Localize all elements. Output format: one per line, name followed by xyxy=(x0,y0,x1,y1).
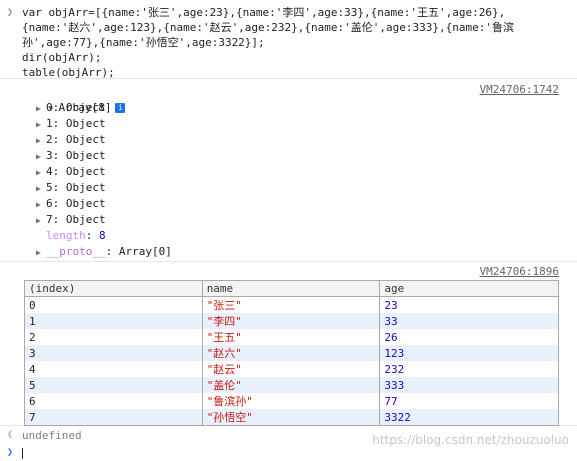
collapse-triangle-icon[interactable]: ▶ xyxy=(36,165,46,181)
table-row: 2 "王五" 26 xyxy=(24,329,559,345)
table-row: 1 "李四" 33 xyxy=(24,313,559,329)
array-item[interactable]: ▶ 3: Object xyxy=(36,148,106,164)
text-cursor xyxy=(22,448,23,459)
length-property: length: 8 xyxy=(46,229,106,242)
cell-name: "盖伦" xyxy=(201,377,381,393)
console-prompt[interactable]: ❯ xyxy=(0,446,577,461)
array-item[interactable]: ▶ 7: Object xyxy=(36,212,106,228)
cell-index: 5 xyxy=(24,377,203,393)
array-item-label: 3: Object xyxy=(46,149,106,162)
cell-age: 77 xyxy=(379,393,559,409)
cell-name: "王五" xyxy=(201,329,381,345)
code-line: var objArr=[{name:'张三',age:23},{name:'李四… xyxy=(22,6,506,19)
cell-name: "李四" xyxy=(201,313,381,329)
array-item[interactable]: ▶ 1: Object xyxy=(36,116,106,132)
collapse-triangle-icon[interactable]: ▶ xyxy=(36,181,46,197)
collapse-triangle-icon[interactable]: ▶ xyxy=(36,117,46,133)
data-table: (index) name age 0 "张三" 23 1 "李四" 33 2 "王五" 26… xyxy=(24,280,559,426)
collapse-triangle-icon[interactable]: ▶ xyxy=(36,213,46,229)
source-link[interactable]: VM24706:1742 xyxy=(480,83,559,96)
table-row: 7 "孙悟空" 3322 xyxy=(24,409,559,426)
cell-name: "鲁滨孙" xyxy=(201,393,381,409)
result-value: undefined xyxy=(22,429,82,442)
cell-age: 333 xyxy=(379,377,559,393)
length-key: length xyxy=(46,229,86,242)
proto-value: Array[0] xyxy=(118,245,172,258)
watermark: https://blog.csdn.net/zhouzuoluo xyxy=(372,433,569,447)
cell-name: "张三" xyxy=(201,296,381,313)
table-output: VM24706:1896 (index) name age 0 "张三" 23 1 "… xyxy=(0,263,577,426)
length-value: 8 xyxy=(99,229,106,242)
dir-output: VM24706:1742 ▼ Array[8] i ▶ 0: Object ▶ 1: O… xyxy=(0,80,577,262)
array-item-label: 6: Object xyxy=(46,197,106,210)
cell-age: 23 xyxy=(379,296,559,313)
table-row: 5 "盖伦" 333 xyxy=(24,377,559,393)
array-item[interactable]: ▶ 5: Object xyxy=(36,180,106,196)
table-row: 0 "张三" 23 xyxy=(24,296,559,313)
column-header-index[interactable]: (index) xyxy=(24,280,203,297)
collapse-triangle-icon[interactable]: ▶ xyxy=(36,149,46,165)
array-item-label: 7: Object xyxy=(46,213,106,226)
collapse-triangle-icon[interactable]: ▶ xyxy=(36,197,46,213)
column-header-name[interactable]: name xyxy=(201,280,381,297)
cell-age: 123 xyxy=(379,345,559,361)
code-line: 孙',age:77},{name:'孙悟空',age:3322}]; xyxy=(22,36,265,49)
cell-index: 0 xyxy=(24,296,203,313)
result-arrow-icon: ❮ xyxy=(7,429,14,440)
cell-index: 2 xyxy=(24,329,203,345)
input-chevron-icon: ❯ xyxy=(7,7,14,18)
console-input-echo: ❯ var objArr=[{name:'张三',age:23},{name:'… xyxy=(0,0,577,79)
collapse-triangle-icon[interactable]: ▶ xyxy=(36,245,46,261)
table-header-row: (index) name age xyxy=(24,280,559,297)
array-item[interactable]: ▶ 0: Object xyxy=(36,100,106,116)
info-icon: i xyxy=(115,103,126,113)
array-item-label: 4: Object xyxy=(46,165,106,178)
proto-property[interactable]: ▶ __proto__: Array[0] xyxy=(36,244,172,260)
source-link[interactable]: VM24706:1896 xyxy=(480,265,559,278)
array-item-label: 1: Object xyxy=(46,117,106,130)
array-item-label: 2: Object xyxy=(46,133,106,146)
array-item-label: 0: Object xyxy=(46,101,106,114)
array-item[interactable]: ▶ 4: Object xyxy=(36,164,106,180)
cell-name: "赵云" xyxy=(201,361,381,377)
array-item[interactable]: ▶ 6: Object xyxy=(36,196,106,212)
cell-age: 26 xyxy=(379,329,559,345)
cell-index: 7 xyxy=(24,409,203,426)
cell-age: 33 xyxy=(379,313,559,329)
cell-name: "孙悟空" xyxy=(201,409,381,426)
prompt-chevron-icon: ❯ xyxy=(7,447,14,458)
array-header[interactable]: ▼ Array[8] i xyxy=(22,84,126,114)
code-line: {name:'赵六',age:123},{name:'赵云',age:232},… xyxy=(22,21,514,34)
cell-age: 3322 xyxy=(379,409,559,426)
table-row: 4 "赵云" 232 xyxy=(24,361,559,377)
cell-index: 1 xyxy=(24,313,203,329)
code-line: table(objArr); xyxy=(22,66,115,79)
code-line: dir(objArr); xyxy=(22,51,102,64)
cell-index: 3 xyxy=(24,345,203,361)
code-block: var objArr=[{name:'张三',age:23},{name:'李四… xyxy=(22,5,514,80)
cell-index: 4 xyxy=(24,361,203,377)
table-row: 3 "赵六" 123 xyxy=(24,345,559,361)
cell-name: "赵六" xyxy=(201,345,381,361)
cell-age: 232 xyxy=(379,361,559,377)
table-row: 6 "鲁滨孙" 77 xyxy=(24,393,559,409)
proto-key: __proto__ xyxy=(46,245,106,258)
array-item-label: 5: Object xyxy=(46,181,106,194)
collapse-triangle-icon[interactable]: ▶ xyxy=(36,101,46,117)
array-item[interactable]: ▶ 2: Object xyxy=(36,132,106,148)
cell-index: 6 xyxy=(24,393,203,409)
collapse-triangle-icon[interactable]: ▶ xyxy=(36,133,46,149)
column-header-age[interactable]: age xyxy=(379,280,559,297)
